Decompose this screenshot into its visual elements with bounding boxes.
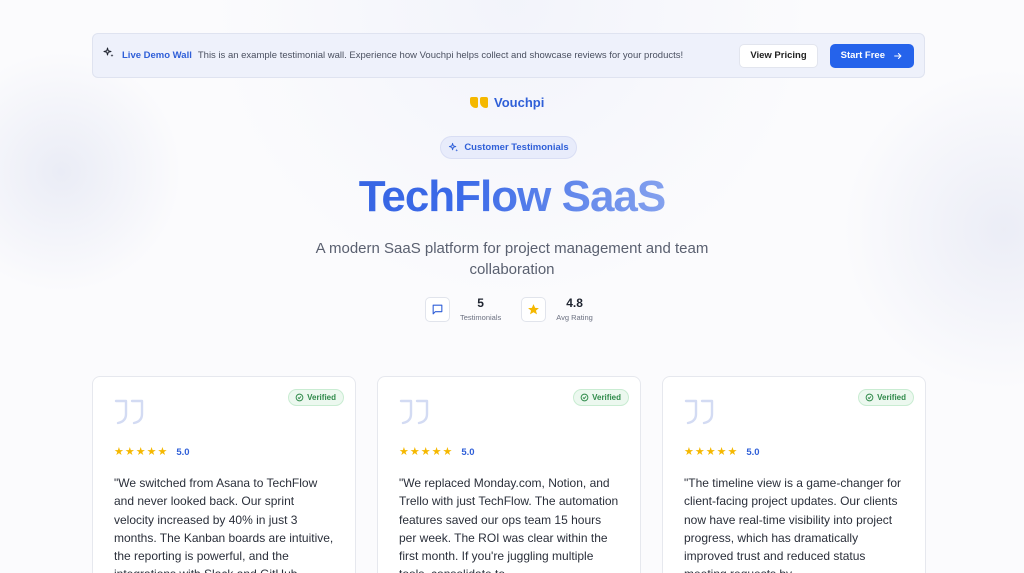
star-icon: ★: [431, 446, 442, 458]
banner-title: Live Demo Wall: [122, 50, 192, 61]
demo-banner: Live Demo Wall This is an example testim…: [92, 33, 925, 78]
verified-label: Verified: [307, 393, 336, 402]
star-icon: ★: [399, 446, 409, 458]
stat-label: Testimonials: [460, 313, 502, 322]
sparkles-icon: [449, 142, 459, 152]
star-icon: ★: [135, 446, 146, 458]
banner-description: This is an example testimonial wall. Exp…: [197, 50, 684, 61]
star-icon: ★: [124, 446, 135, 458]
star-icon: ★: [727, 446, 738, 458]
verified-badge: Verified: [288, 389, 344, 406]
star-icon: ★: [157, 446, 168, 458]
testimonial-text: "We replaced Monday.com, Notion, and Tre…: [399, 476, 619, 573]
stat-value: 4.8: [566, 296, 583, 310]
customer-testimonials-badge: Customer Testimonials: [440, 136, 577, 159]
star-icon: ★: [146, 446, 157, 458]
star-rating: ★ ★ ★ ★ ★ 5.0: [399, 446, 619, 459]
star-icon: ★: [684, 446, 694, 458]
stats-row: 5 Testimonials 4.8 Avg Rating: [425, 296, 593, 322]
start-free-label: Start Free: [840, 50, 885, 61]
badge-label: Customer Testimonials: [464, 142, 569, 153]
page-title-text: TechFlow SaaS: [358, 172, 666, 221]
star-icon: ★: [705, 446, 716, 458]
star-icon: ★: [420, 446, 431, 458]
star-icon: ★: [694, 446, 705, 458]
check-circle-icon: [295, 393, 304, 402]
stat-avg-rating: 4.8 Avg Rating: [521, 296, 593, 322]
stat-value: 5: [477, 296, 484, 310]
view-pricing-button[interactable]: View Pricing: [739, 43, 818, 68]
testimonial-card[interactable]: Verified ★ ★ ★ ★ ★ 5.0 "We replaced Mond…: [377, 376, 641, 573]
check-circle-icon: [580, 393, 589, 402]
testimonial-card[interactable]: Verified ★ ★ ★ ★ ★ 5.0 "The timeline vie…: [662, 376, 926, 573]
stat-label: Avg Rating: [556, 313, 593, 322]
star-rating: ★ ★ ★ ★ ★ 5.0: [684, 446, 904, 459]
star-icon: ★: [114, 446, 124, 458]
check-circle-icon: [865, 393, 874, 402]
quote-logo-icon: [470, 97, 488, 108]
star-icon: ★: [716, 446, 727, 458]
star-rating: ★ ★ ★ ★ ★ 5.0: [114, 446, 334, 459]
brand-name: Vouchpi: [494, 95, 545, 110]
quote-icon: [399, 399, 429, 425]
start-free-button[interactable]: Start Free: [829, 43, 914, 68]
rating-value: 5.0: [176, 447, 190, 458]
arrow-right-icon: [894, 52, 902, 59]
star-icon: [521, 296, 547, 322]
testimonial-grid: Verified ★ ★ ★ ★ ★ 5.0 "We switched from…: [92, 376, 926, 573]
sparkles-icon: [103, 47, 114, 57]
stat-testimonials: 5 Testimonials: [425, 296, 501, 322]
star-icon: ★: [409, 446, 420, 458]
testimonial-card[interactable]: Verified ★ ★ ★ ★ ★ 5.0 "We switched from…: [92, 376, 356, 573]
rating-value: 5.0: [461, 447, 475, 458]
page-subtitle: A modern SaaS platform for project manag…: [315, 240, 709, 278]
page-title: TechFlow SaaS: [0, 172, 1024, 222]
rating-value: 5.0: [746, 447, 760, 458]
brand-logo[interactable]: Vouchpi: [470, 95, 544, 110]
verified-label: Verified: [877, 393, 906, 402]
verified-badge: Verified: [573, 389, 629, 406]
testimonial-text: "We switched from Asana to TechFlow and …: [114, 476, 334, 573]
quote-icon: [114, 399, 144, 425]
star-icon: ★: [442, 446, 453, 458]
testimonial-text: "The timeline view is a game-changer for…: [684, 476, 902, 573]
verified-label: Verified: [592, 393, 621, 402]
message-square-icon: [425, 296, 450, 322]
verified-badge: Verified: [858, 389, 914, 406]
quote-icon: [684, 399, 714, 425]
